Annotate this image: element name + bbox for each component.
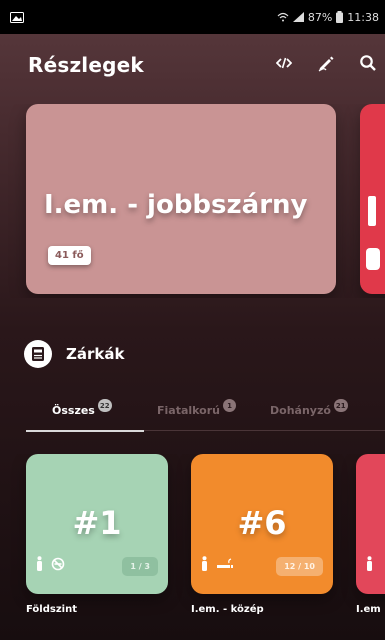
department-card[interactable]: I.em. - jobbszárny 41 fő bbox=[26, 104, 336, 294]
person-icon bbox=[367, 556, 372, 571]
status-bar: 87% 11:38 bbox=[0, 0, 385, 34]
tab-dohanyzo[interactable]: Dohányzó 21 bbox=[270, 399, 348, 417]
no-smoking-icon bbox=[51, 557, 65, 571]
cell-location-label: I.em bbox=[356, 604, 381, 615]
cell-attribute-icons bbox=[366, 556, 373, 572]
status-left bbox=[10, 11, 24, 23]
cell-number: #6 bbox=[237, 504, 287, 542]
tab-label: Dohányzó bbox=[270, 404, 331, 417]
tab-fiatalkoru[interactable]: Fiatalkorú 1 bbox=[157, 399, 236, 417]
battery-icon bbox=[336, 11, 344, 23]
gallery-notification-icon bbox=[10, 11, 24, 23]
filter-tabs: Összes 22 Fiatalkorú 1 Dohányzó 21 bbox=[0, 394, 385, 440]
battery-percent: 87% bbox=[307, 10, 333, 24]
cell-location-label: I.em. - közép bbox=[191, 604, 264, 615]
person-icon bbox=[37, 556, 42, 571]
person-icon bbox=[202, 556, 207, 571]
cell-door-icon bbox=[24, 340, 52, 368]
signal-icon bbox=[292, 12, 304, 22]
cell-attribute-icons bbox=[201, 556, 234, 572]
search-icon[interactable] bbox=[357, 52, 379, 74]
department-count-badge-partial bbox=[366, 248, 380, 270]
department-name-partial bbox=[368, 196, 376, 226]
pen-icon[interactable] bbox=[315, 52, 337, 74]
cell-attribute-icons bbox=[36, 556, 65, 572]
wifi-calling-icon bbox=[277, 12, 289, 22]
cell-location-label: Földszint bbox=[26, 604, 77, 615]
department-count-badge: 41 fő bbox=[48, 246, 91, 265]
cells-section-header: Zárkák bbox=[24, 340, 124, 368]
occupancy-badge: 1 / 3 bbox=[122, 557, 158, 576]
section-title: Zárkák bbox=[66, 345, 125, 363]
cell-card[interactable]: #1 1 / 3 bbox=[26, 454, 168, 594]
status-right: 87% 11:38 bbox=[277, 11, 379, 24]
cell-card[interactable]: #6 12 / 10 bbox=[191, 454, 333, 594]
tab-osszes[interactable]: Összes 22 bbox=[52, 399, 112, 417]
code-icon[interactable] bbox=[273, 52, 295, 74]
department-card-next[interactable] bbox=[360, 104, 385, 294]
cell-number: #1 bbox=[72, 504, 122, 542]
tab-track bbox=[144, 430, 385, 431]
tab-badge: 21 bbox=[333, 399, 348, 412]
smoking-icon bbox=[217, 558, 233, 568]
occupancy-badge: 12 / 10 bbox=[276, 557, 323, 576]
clock: 11:38 bbox=[347, 10, 379, 24]
department-carousel[interactable]: I.em. - jobbszárny 41 fő bbox=[0, 104, 385, 298]
tab-badge: 1 bbox=[223, 399, 236, 412]
tab-label: Fiatalkorú bbox=[157, 404, 220, 417]
tab-badge: 22 bbox=[97, 399, 112, 412]
department-name: I.em. - jobbszárny bbox=[44, 190, 308, 220]
cell-carousel[interactable]: #1 1 / 3 Földszint #6 12 / 10 I.em. - kö… bbox=[0, 454, 385, 640]
active-tab-indicator bbox=[26, 430, 144, 432]
page-title: Részlegek bbox=[28, 53, 144, 77]
cell-card-partial[interactable] bbox=[356, 454, 385, 594]
app-bar-actions bbox=[273, 52, 379, 74]
tab-label: Összes bbox=[52, 404, 95, 417]
